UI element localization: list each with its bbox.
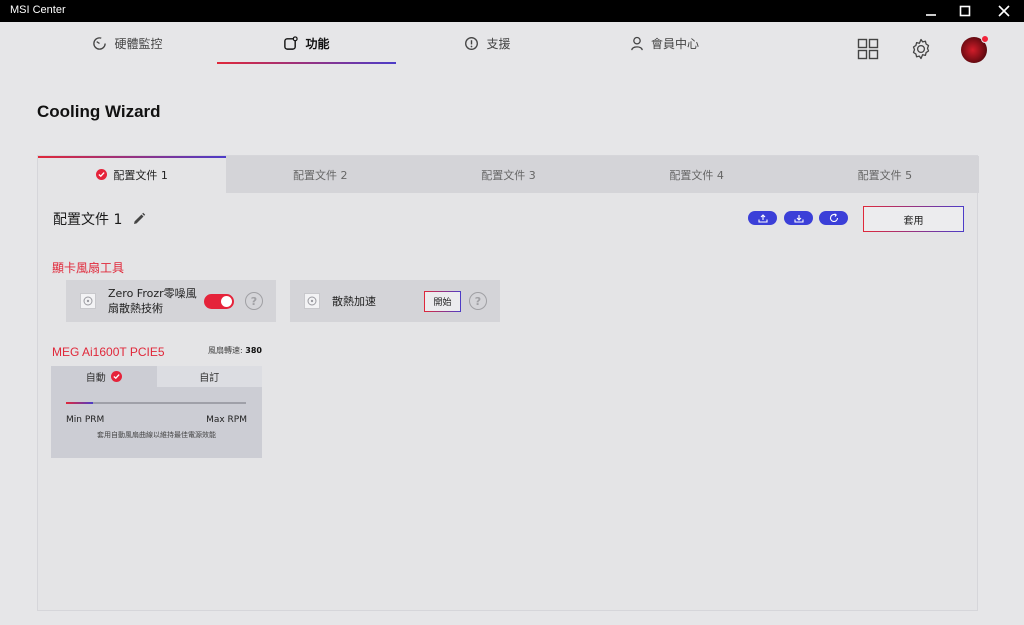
download-profile-button[interactable] bbox=[784, 211, 813, 225]
zero-frozr-label: Zero Frozr零噪風 扇散熱技術 bbox=[108, 286, 197, 316]
tab-profile-1[interactable]: 配置文件 1 bbox=[38, 156, 227, 193]
toggle-knob bbox=[221, 296, 232, 307]
fan-speed-readout: 風扇轉速: 380 bbox=[208, 345, 262, 356]
apply-button[interactable]: 套用 bbox=[863, 206, 964, 232]
slider-fill bbox=[66, 402, 93, 404]
fan-speed-value: 380 bbox=[245, 346, 262, 355]
fan-icon bbox=[80, 293, 96, 309]
nav-tab-label: 會員中心 bbox=[650, 36, 699, 51]
tab-label: 配置文件 2 bbox=[293, 168, 348, 182]
minimize-icon bbox=[926, 14, 936, 16]
fan-control-card: 自動 自訂 Min PRM Max RPM 套用自動風扇曲線以維持最佳電源效能 bbox=[51, 366, 262, 458]
start-button[interactable]: 開始 bbox=[424, 291, 461, 312]
nav-tab-features[interactable]: 功能 bbox=[217, 22, 396, 64]
apps-grid-button[interactable] bbox=[855, 36, 881, 62]
feature-icon bbox=[284, 35, 299, 50]
tab-profile-3[interactable]: 配置文件 3 bbox=[414, 156, 602, 193]
title-bar: MSI Center bbox=[0, 0, 1024, 22]
grid-icon bbox=[857, 38, 879, 60]
help-icon[interactable]: ? bbox=[245, 292, 263, 310]
profile-tabs: 配置文件 1 配置文件 2 配置文件 3 配置文件 4 配置文件 5 bbox=[38, 156, 979, 193]
top-navigation: 硬體監控 功能 支援 會員中心 bbox=[0, 22, 1024, 82]
nav-tab-label: 硬體監控 bbox=[114, 36, 163, 51]
check-icon bbox=[110, 371, 122, 382]
page-title: Cooling Wizard bbox=[37, 102, 161, 121]
mode-tab-label: 自動 bbox=[85, 373, 106, 384]
minimize-button[interactable] bbox=[914, 0, 948, 22]
upload-profile-button[interactable] bbox=[748, 211, 777, 225]
check-icon bbox=[96, 169, 108, 180]
help-icon[interactable]: ? bbox=[469, 292, 487, 310]
upload-icon bbox=[757, 213, 768, 223]
fan-mode-description: 套用自動風扇曲線以維持最佳電源效能 bbox=[97, 431, 216, 439]
tab-profile-5[interactable]: 配置文件 5 bbox=[791, 156, 979, 193]
user-icon bbox=[631, 36, 643, 50]
download-icon bbox=[793, 214, 804, 223]
support-icon bbox=[465, 36, 479, 50]
nav-tab-label: 支援 bbox=[486, 36, 511, 51]
max-rpm-label: Max RPM bbox=[206, 415, 247, 425]
tab-label: 配置文件 5 bbox=[857, 168, 913, 182]
profile-name: 配置文件 1 bbox=[53, 212, 123, 228]
tab-profile-2[interactable]: 配置文件 2 bbox=[226, 156, 414, 193]
maximize-button[interactable] bbox=[948, 0, 982, 22]
gauge-icon bbox=[93, 36, 107, 50]
tab-label: 配置文件 4 bbox=[669, 168, 724, 182]
zero-frozr-label-line2: 扇散熱技術 bbox=[108, 302, 163, 315]
fan-mode-tabs: 自動 自訂 bbox=[51, 366, 262, 387]
active-tab-indicator bbox=[217, 62, 396, 64]
tab-label: 配置文件 3 bbox=[481, 168, 536, 182]
gear-icon bbox=[912, 38, 930, 60]
profile-name-row: 配置文件 1 bbox=[53, 209, 146, 229]
mode-tab-auto[interactable]: 自動 bbox=[51, 366, 157, 387]
reset-profile-button[interactable] bbox=[819, 211, 848, 225]
nav-tab-member-center[interactable]: 會員中心 bbox=[597, 22, 732, 64]
tab-profile-4[interactable]: 配置文件 4 bbox=[603, 156, 791, 193]
mode-tab-label: 自訂 bbox=[199, 373, 220, 384]
zero-frozr-label-line1: Zero Frozr零噪風 bbox=[108, 287, 197, 300]
device-name: MEG Ai1600T PCIE5 bbox=[52, 345, 165, 359]
avatar[interactable] bbox=[961, 35, 989, 63]
edit-pencil-icon[interactable] bbox=[132, 212, 146, 226]
nav-tab-hardware-monitor[interactable]: 硬體監控 bbox=[60, 22, 195, 64]
cooling-wizard-panel: 配置文件 1 配置文件 2 配置文件 3 配置文件 4 配置文件 5 配置文件 … bbox=[37, 155, 979, 611]
close-icon bbox=[998, 5, 1010, 17]
tab-label: 配置文件 1 bbox=[113, 168, 168, 182]
nav-tab-label: 功能 bbox=[305, 36, 330, 51]
fan-icon bbox=[304, 293, 320, 309]
nav-tab-support[interactable]: 支援 bbox=[420, 22, 555, 64]
refresh-icon bbox=[829, 213, 838, 222]
fan-speed-label: 風扇轉速: bbox=[208, 346, 243, 355]
gpu-fan-tools-title: 顯卡風扇工具 bbox=[52, 261, 125, 275]
mode-tab-custom[interactable]: 自訂 bbox=[156, 366, 262, 387]
settings-button[interactable] bbox=[908, 36, 934, 62]
zero-frozr-card: Zero Frozr零噪風 扇散熱技術 ? bbox=[66, 280, 276, 322]
cooling-boost-card: 散熱加速 開始 ? bbox=[290, 280, 500, 322]
notification-dot bbox=[981, 35, 989, 43]
maximize-icon bbox=[959, 5, 971, 17]
cooling-boost-label: 散熱加速 bbox=[332, 295, 376, 308]
fan-rpm-slider[interactable] bbox=[66, 402, 246, 404]
min-rpm-label: Min PRM bbox=[66, 415, 105, 425]
window-title: MSI Center bbox=[10, 4, 66, 16]
close-button[interactable] bbox=[987, 0, 1021, 22]
zero-frozr-toggle[interactable] bbox=[204, 294, 234, 309]
